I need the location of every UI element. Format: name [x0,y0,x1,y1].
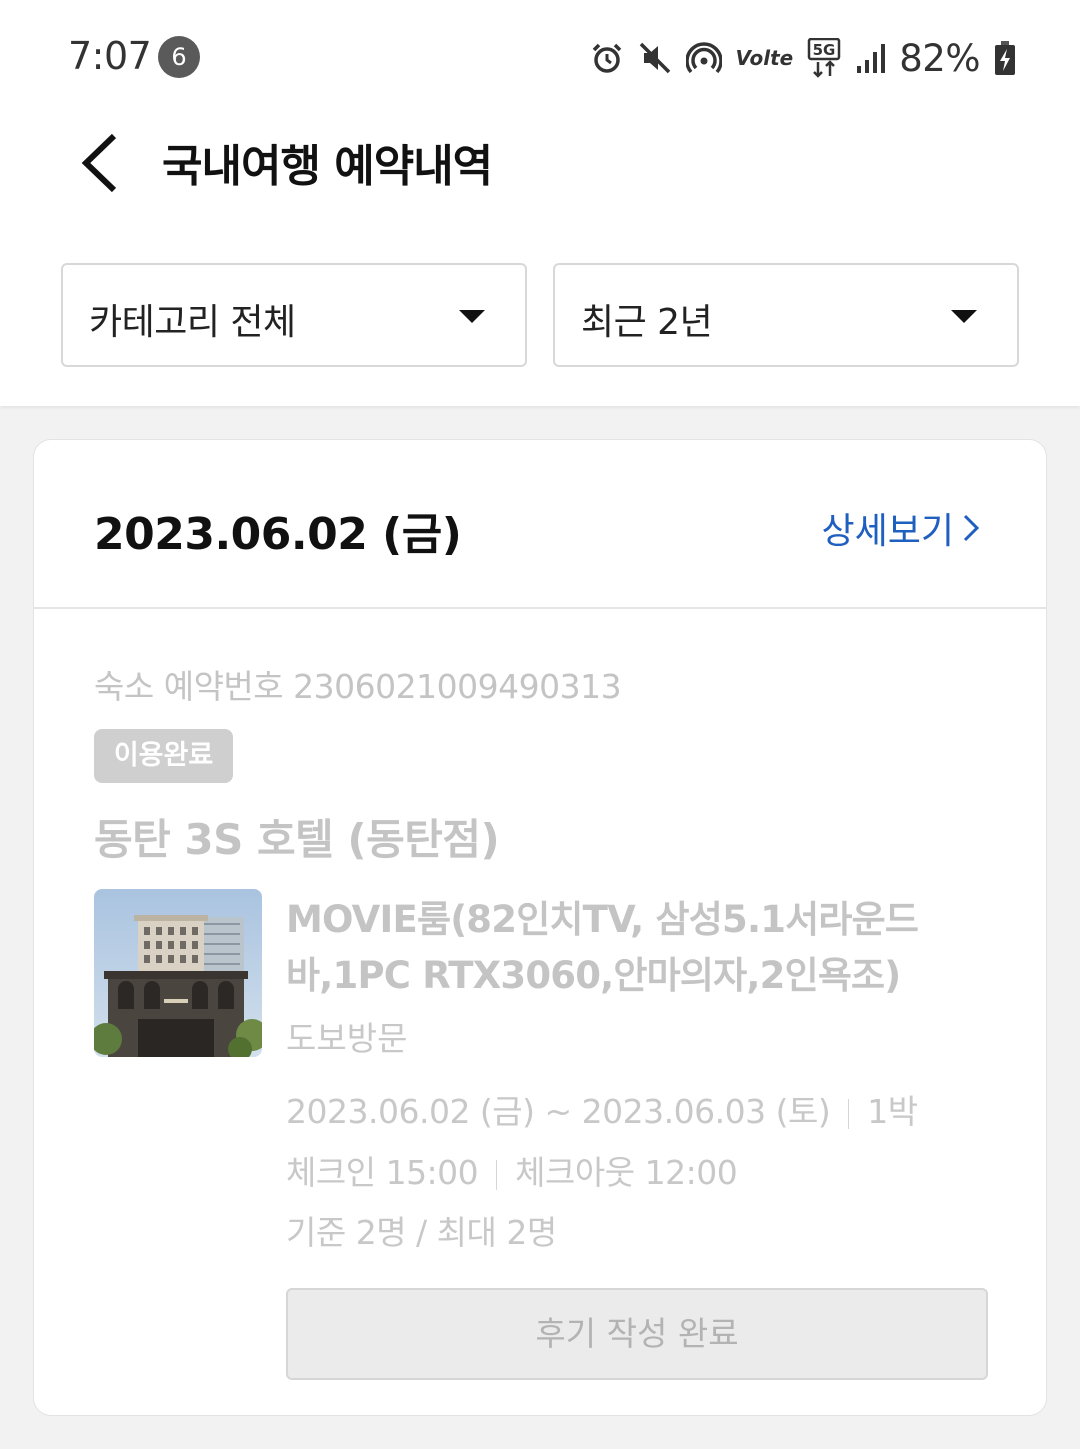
chevron-left-icon [81,133,117,193]
room-name: MOVIE룸(82인치TV, 삼성5.1서라운드바,1PC RTX3060,안마… [286,898,919,997]
period-dropdown-label: 최근 2년 [581,302,713,343]
stay-dates-line: 2023.06.02 (금) ~ 2023.06.03 (토) 1박 [286,1085,918,1133]
caret-down-icon [951,310,977,323]
network-5g-icon: 5G [807,38,841,78]
review-complete-button[interactable]: 후기 작성 완료 [286,1288,988,1380]
status-badge: 이용완료 [94,729,233,783]
caret-down-icon [459,310,485,323]
hotspot-icon [685,41,722,75]
divider [848,1098,850,1129]
battery-charging-icon [994,40,1016,76]
svg-text:5G: 5G [813,41,836,59]
stay-dates: 2023.06.02 (금) ~ 2023.06.03 (토) [286,1092,831,1131]
detail-link[interactable]: 상세보기 [822,502,980,554]
reservation-card: 2023.06.02 (금) 상세보기 숙소 예약번호 230602100949… [33,439,1047,1416]
check-out-time: 체크아웃 12:00 [515,1153,738,1192]
reservation-number: 숙소 예약번호 2306021009490313 [94,667,622,706]
check-in-time: 체크인 15:00 [286,1153,479,1192]
status-time: 7:07 [68,34,152,78]
nights: 1박 [867,1092,918,1131]
status-icons: Volte 5G 82% [590,36,1017,80]
chevron-right-icon [963,514,980,542]
notification-count-badge: 6 [158,36,200,78]
top-panel: 7:07 6 Volte 5G 82% 국내여행 예약내역 카테고리 전체 최근… [0,0,1080,406]
card-header: 2023.06.02 (금) 상세보기 [34,440,1046,609]
mute-icon [638,41,672,75]
category-dropdown-label: 카테고리 전체 [89,302,296,343]
page-title: 국내여행 예약내역 [162,141,493,192]
check-times-line: 체크인 15:00 체크아웃 12:00 [286,1146,738,1194]
hotel-thumbnail [94,889,262,1057]
battery-percent: 82% [899,36,980,80]
alarm-icon [590,41,624,75]
volte-indicator: Volte [735,46,794,70]
back-button[interactable] [70,128,130,198]
hotel-name: 동탄 3S 호텔 (동탄점) [94,815,500,864]
signal-icon [855,42,886,74]
visit-type: 도보방문 [286,1019,408,1058]
category-dropdown[interactable]: 카테고리 전체 [61,263,527,367]
divider [496,1159,498,1190]
period-dropdown[interactable]: 최근 2년 [553,263,1019,367]
guest-capacity: 기준 2명 / 최대 2명 [286,1213,557,1252]
detail-link-label: 상세보기 [821,511,954,552]
reservation-date: 2023.06.02 (금) [94,509,462,560]
